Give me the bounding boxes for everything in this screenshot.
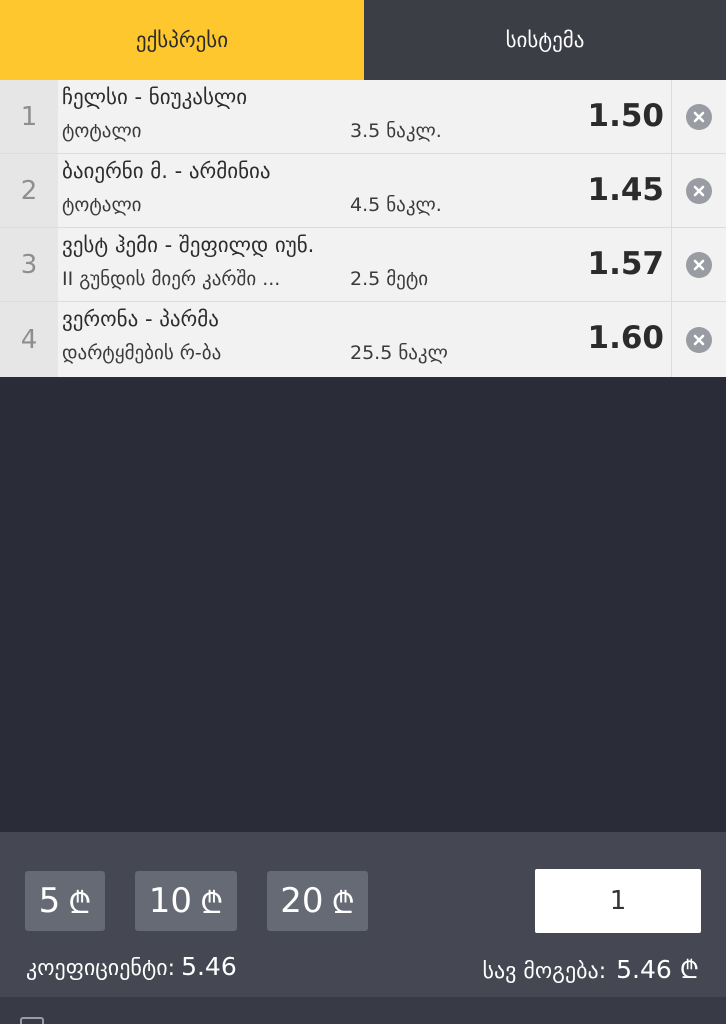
bet-index: 1 xyxy=(0,80,58,153)
bet-odds: 1.50 xyxy=(587,98,665,134)
bet-row: 1 ჩელსი - ნიუკასლი ტოტალი 3.5 ნაკლ. 1.50 xyxy=(0,80,726,154)
quick-stake-amount: 20 xyxy=(280,881,324,921)
lari-icon: ₾ xyxy=(331,885,355,921)
bet-outcome: 2.5 მეტი xyxy=(350,268,429,290)
bet-odds: 1.57 xyxy=(587,246,665,282)
coefficient-label: კოეფიციენტი: xyxy=(26,956,176,981)
quick-stake-amount: 10 xyxy=(148,881,193,921)
accept-odds-checkbox[interactable] xyxy=(20,1017,44,1024)
bet-match: ვერონა - პარმა xyxy=(62,307,219,331)
stake-panel: 5₾ 10₾ 20₾ კოეფიციენტი:5.46 სავ მოგება:5… xyxy=(0,832,726,1024)
lari-icon: ₾ xyxy=(68,885,92,921)
bet-outcome: 25.5 ნაკლ xyxy=(350,342,448,364)
remove-bet-button[interactable] xyxy=(671,228,726,301)
total-coefficient: კოეფიციენტი: 5.46 xyxy=(26,952,237,981)
bet-row: 3 ვესტ ჰემი - შეფილდ იუნ. II გუნდის მიერ… xyxy=(0,228,726,302)
bet-row: 4 ვერონა - პარმა დარტყმების რ-ბა 25.5 ნა… xyxy=(0,302,726,377)
bet-match: ჩელსი - ნიუკასლი xyxy=(62,85,248,109)
bet-index: 4 xyxy=(0,302,58,377)
bet-market: ტოტალი xyxy=(62,120,142,142)
lari-icon: ₾ xyxy=(200,885,224,921)
close-icon xyxy=(686,326,712,353)
quick-stake-amount: 5 xyxy=(38,881,61,921)
bet-market: ტოტალი xyxy=(62,194,142,216)
close-icon xyxy=(686,177,712,204)
bet-index: 2 xyxy=(0,154,58,227)
bet-market: II გუნდის მიერ კარში ... xyxy=(62,268,281,290)
bet-slip: ექსპრესი სისტემა 1 ჩელსი - ნიუკასლი ტოტა… xyxy=(0,0,726,1024)
bet-odds: 1.60 xyxy=(587,320,665,356)
bet-match: ბაიერნი მ. - არმინია xyxy=(62,159,271,183)
footer-strip xyxy=(0,997,726,1024)
close-icon xyxy=(686,103,712,130)
winning-value: 5.46 ₾ xyxy=(616,955,699,984)
stake-amount-input[interactable] xyxy=(535,869,701,933)
remove-bet-button[interactable] xyxy=(671,302,726,377)
close-icon xyxy=(686,251,712,278)
bet-market: დარტყმების რ-ბა xyxy=(62,342,222,364)
tab-express[interactable]: ექსპრესი xyxy=(0,0,364,80)
bet-type-tabs: ექსპრესი სისტემა xyxy=(0,0,726,80)
tab-system[interactable]: სისტემა xyxy=(364,0,726,80)
quick-stake-10-button[interactable]: 10 ₾ xyxy=(135,871,237,931)
bet-match: ვესტ ჰემი - შეფილდ იუნ. xyxy=(62,233,315,257)
possible-winning: სავ მოგება: 5.46 ₾ xyxy=(482,952,699,986)
quick-stake-5-button[interactable]: 5 ₾ xyxy=(25,871,105,931)
remove-bet-button[interactable] xyxy=(671,80,726,153)
bet-odds: 1.45 xyxy=(587,172,665,208)
bet-outcome: 4.5 ნაკლ. xyxy=(350,194,442,216)
remove-bet-button[interactable] xyxy=(671,154,726,227)
winning-label: სავ მოგება: xyxy=(482,959,607,984)
quick-stake-20-button[interactable]: 20 ₾ xyxy=(267,871,368,931)
bet-outcome: 3.5 ნაკლ. xyxy=(350,120,442,142)
bet-row: 2 ბაიერნი მ. - არმინია ტოტალი 4.5 ნაკლ. … xyxy=(0,154,726,228)
coefficient-value: 5.46 xyxy=(181,952,237,981)
bet-list: 1 ჩელსი - ნიუკასლი ტოტალი 3.5 ნაკლ. 1.50… xyxy=(0,80,726,377)
bet-index: 3 xyxy=(0,228,58,301)
